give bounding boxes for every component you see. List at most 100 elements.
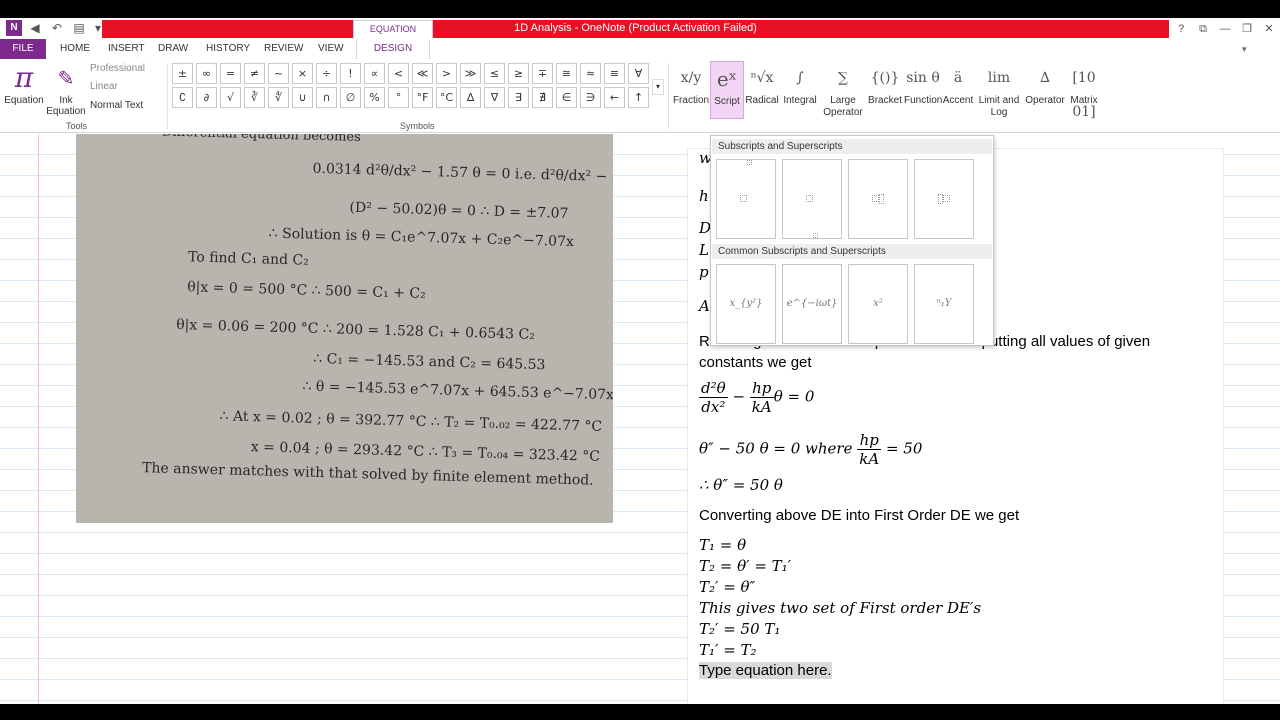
symbol-button[interactable]: ∃ — [508, 87, 529, 108]
subscript-superscript-template[interactable] — [848, 159, 908, 239]
symbol-button[interactable]: ∂ — [196, 87, 217, 108]
large-operator-button[interactable]: ∑ Large Operator — [820, 61, 866, 119]
symbol-button[interactable]: ← — [604, 87, 625, 108]
ribbon-display-icon[interactable]: ⧉ — [1193, 20, 1213, 38]
equation-3[interactable]: ∴ θ″ = 50 θ — [699, 476, 783, 494]
script-icon: eˣ — [716, 67, 738, 91]
symbol-button[interactable]: ° — [388, 87, 409, 108]
close-icon[interactable]: ✕ — [1259, 20, 1279, 38]
tab-file[interactable]: FILE — [0, 39, 46, 59]
symbol-button[interactable]: < — [388, 63, 409, 84]
minimize-icon[interactable]: — — [1215, 20, 1235, 38]
expand-ribbon-icon[interactable]: ▾ — [1242, 39, 1247, 59]
undo-icon[interactable]: ↶ — [49, 20, 65, 36]
symbol-button[interactable]: ↑ — [628, 87, 649, 108]
common-script-tile[interactable]: x² — [848, 264, 908, 344]
function-button[interactable]: sin θ Function — [904, 61, 942, 119]
symbols-scroll-down-icon[interactable]: ▾ — [652, 79, 664, 95]
dock-icon[interactable]: ▤ — [71, 20, 87, 36]
left-subscript-superscript-template[interactable] — [914, 159, 974, 239]
symbol-button[interactable]: ∁ — [172, 87, 193, 108]
tab-history[interactable]: HISTORY — [206, 39, 250, 59]
symbol-button[interactable]: ∋ — [580, 87, 601, 108]
tab-design[interactable]: DESIGN — [356, 39, 430, 59]
equation-t2[interactable]: T₂ = θ′ = T₁′ — [699, 557, 791, 575]
radical-button[interactable]: ⁿ√x Radical — [744, 61, 780, 119]
symbol-button[interactable]: ± — [172, 63, 193, 84]
symbol-button[interactable]: √ — [220, 87, 241, 108]
symbol-button[interactable]: ∆ — [460, 87, 481, 108]
tab-review[interactable]: REVIEW — [264, 39, 303, 59]
fraction-numerator: hp — [857, 431, 882, 450]
bracket-button[interactable]: {()} Bracket — [866, 61, 904, 119]
bracket-icon: {()} — [870, 70, 900, 86]
equation-t5[interactable]: T₁′ = T₂ — [699, 641, 757, 659]
common-script-tile[interactable]: e^{−iωt} — [782, 264, 842, 344]
tab-home[interactable]: HOME — [60, 39, 90, 59]
symbol-button[interactable]: ≪ — [412, 63, 433, 84]
symbol-button[interactable]: = — [220, 63, 241, 84]
symbol-button[interactable]: °C — [436, 87, 457, 108]
equation-1[interactable]: d²θ dx² − hp kA θ = 0 — [699, 379, 814, 416]
symbol-button[interactable]: ! — [340, 63, 361, 84]
equation-t3[interactable]: T₂′ = θ″ — [699, 578, 755, 596]
restore-icon[interactable]: ❐ — [1237, 20, 1257, 38]
subscript-template[interactable] — [782, 159, 842, 239]
operator-button[interactable]: ∆ Operator — [1024, 61, 1066, 119]
equation-2[interactable]: θ″ − 50 θ = 0 where hp kA = 50 — [699, 431, 922, 468]
equation-placeholder[interactable]: Type equation here. — [699, 662, 832, 679]
symbol-button[interactable]: ≠ — [244, 63, 265, 84]
equation-t1[interactable]: T₁ = θ — [699, 536, 746, 554]
symbol-button[interactable]: ∄ — [532, 87, 553, 108]
back-icon[interactable]: ◀ — [27, 20, 43, 36]
symbol-button[interactable]: ≥ — [508, 63, 529, 84]
symbol-button[interactable]: > — [436, 63, 457, 84]
symbol-button[interactable]: ~ — [268, 63, 289, 84]
textbook-photo[interactable]: ∴ Differential equation becomes 0.0314 d… — [76, 134, 613, 523]
ink-equation-label-2: Equation — [46, 106, 86, 117]
type-equation-placeholder[interactable]: Type equation here. — [699, 662, 832, 679]
integral-button[interactable]: ∫ Integral — [780, 61, 820, 119]
symbol-button[interactable]: ∜ — [268, 87, 289, 108]
symbol-button[interactable]: ∝ — [364, 63, 385, 84]
symbol-button[interactable]: ≫ — [460, 63, 481, 84]
common-script-tile[interactable]: ⁿ₁Y — [914, 264, 974, 344]
symbol-button[interactable]: ∞ — [196, 63, 217, 84]
equation-t4[interactable]: T₂′ = 50 T₁ — [699, 620, 780, 638]
professional-option[interactable]: Professional — [90, 63, 145, 74]
tab-draw[interactable]: DRAW — [158, 39, 188, 59]
symbol-button[interactable]: % — [364, 87, 385, 108]
symbol-button[interactable]: ≈ — [580, 63, 601, 84]
linear-option[interactable]: Linear — [90, 81, 118, 92]
superscript-template[interactable] — [716, 159, 776, 239]
help-icon[interactable]: ? — [1171, 20, 1191, 38]
symbol-button[interactable]: °F — [412, 87, 433, 108]
common-script-tile[interactable]: x_{y²} — [716, 264, 776, 344]
symbol-button[interactable]: ≡ — [604, 63, 625, 84]
symbol-button[interactable]: × — [292, 63, 313, 84]
symbol-button[interactable]: ∇ — [484, 87, 505, 108]
fraction-button[interactable]: x/y Fraction — [672, 61, 710, 119]
script-button[interactable]: eˣ Script — [710, 61, 744, 119]
tab-view[interactable]: VIEW — [318, 39, 344, 59]
symbol-button[interactable]: ∩ — [316, 87, 337, 108]
ink-equation-button[interactable]: ✎ Ink Equation — [46, 61, 86, 119]
note-page[interactable]: ∴ Differential equation becomes 0.0314 d… — [0, 134, 1280, 704]
symbol-button[interactable]: ÷ — [316, 63, 337, 84]
symbol-button[interactable]: ∛ — [244, 87, 265, 108]
equation-button[interactable]: π Equation — [2, 61, 46, 119]
symbol-button[interactable]: ∪ — [292, 87, 313, 108]
symbol-button[interactable]: ∅ — [340, 87, 361, 108]
symbol-button[interactable]: ≤ — [484, 63, 505, 84]
symbol-button[interactable]: ∓ — [532, 63, 553, 84]
symbol-button[interactable]: ∀ — [628, 63, 649, 84]
symbol-button[interactable]: ∈ — [556, 87, 577, 108]
limit-and-log-button[interactable]: lim Limit and Log — [974, 61, 1024, 119]
matrix-button[interactable]: [10 01] Matrix — [1066, 61, 1102, 120]
tab-insert[interactable]: INSERT — [108, 39, 145, 59]
fraction-numerator: hp — [749, 379, 774, 398]
normal-text-option[interactable]: Normal Text — [90, 100, 143, 111]
equation-gives-text[interactable]: This gives two set of First order DE′s — [699, 599, 981, 617]
accent-button[interactable]: ä Accent — [942, 61, 974, 119]
symbol-button[interactable]: ≅ — [556, 63, 577, 84]
